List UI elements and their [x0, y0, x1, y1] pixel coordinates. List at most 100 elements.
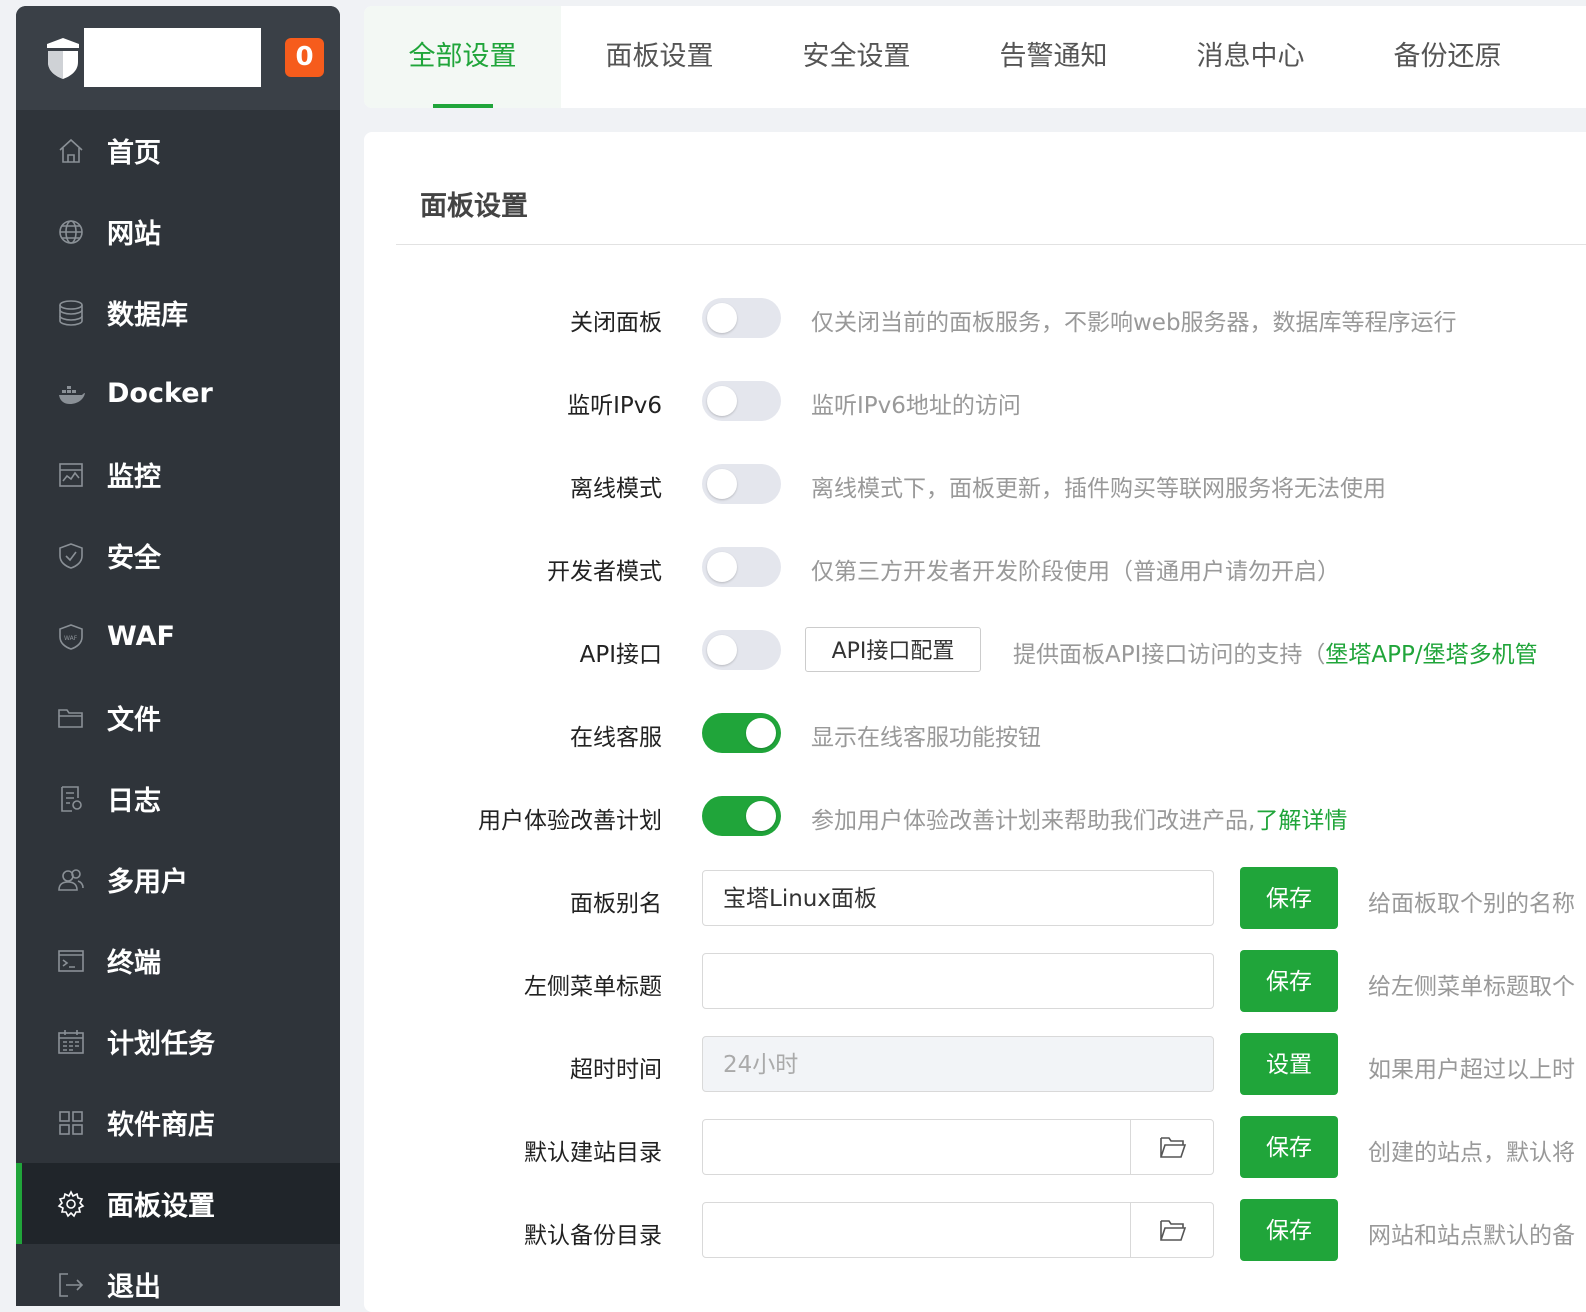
toggle-knob — [707, 635, 737, 665]
tab-label: 消息中心 — [1196, 41, 1305, 72]
logo-bar: 0 — [16, 6, 340, 110]
dev-mode-toggle[interactable] — [702, 547, 781, 587]
folder-open-icon — [1160, 1137, 1187, 1158]
tab-security-settings[interactable]: 安全设置 — [758, 6, 955, 108]
sidebar-item-docker[interactable]: Docker — [16, 353, 340, 434]
bt-app-link[interactable]: 堡塔APP — [1325, 642, 1414, 668]
logo-title-box — [84, 28, 261, 87]
toggle-knob — [707, 386, 737, 416]
folder-open-icon — [1160, 1220, 1187, 1241]
ipv6-label: 监听IPv6 — [567, 393, 662, 419]
sidebar-item-terminal[interactable]: 终端 — [16, 920, 340, 1001]
ipv6-toggle[interactable] — [702, 381, 781, 421]
active-tab-underline — [433, 104, 493, 108]
sidebar-item-label: 计划任务 — [107, 1029, 215, 1060]
site-dir-browse-button[interactable] — [1130, 1119, 1215, 1175]
save-backup-dir-button[interactable]: 保存 — [1240, 1199, 1338, 1261]
sidebar-item-label: 面板设置 — [107, 1191, 215, 1222]
set-timeout-button[interactable]: 设置 — [1240, 1033, 1338, 1095]
sidebar-item-home[interactable]: 首页 — [16, 110, 340, 191]
tab-backup-restore[interactable]: 备份还原 — [1349, 6, 1546, 108]
site-dir-label: 默认建站目录 — [524, 1140, 662, 1166]
tab-label: 面板设置 — [605, 41, 714, 72]
sidebar-item-security[interactable]: 安全 — [16, 515, 340, 596]
sidebar-item-label: 安全 — [107, 543, 161, 574]
backup-dir-label: 默认备份目录 — [524, 1223, 662, 1249]
sidebar-item-label: 文件 — [107, 705, 161, 736]
sidebar-item-website[interactable]: 网站 — [16, 191, 340, 272]
api-config-button[interactable]: API接口配置 — [805, 627, 981, 672]
backup-dir-desc: 网站和站点默认的备 — [1368, 1223, 1575, 1249]
backup-dir-browse-button[interactable] — [1130, 1202, 1215, 1258]
sidebar-item-label: WAF — [107, 621, 175, 652]
sidebar-item-label: 软件商店 — [107, 1110, 215, 1141]
sidebar-item-label: Docker — [107, 378, 213, 409]
sidebar-item-monitor[interactable]: 监控 — [16, 434, 340, 515]
bt-multi-link[interactable]: 堡塔多机管 — [1423, 642, 1538, 668]
close-panel-toggle[interactable] — [702, 298, 781, 338]
logout-icon — [56, 1270, 86, 1300]
tab-panel-settings[interactable]: 面板设置 — [561, 6, 758, 108]
online-service-desc: 显示在线客服功能按钮 — [811, 725, 1041, 751]
close-panel-desc: 仅关闭当前的面板服务，不影响web服务器，数据库等程序运行 — [811, 310, 1457, 336]
sidebar-item-label: 网站 — [107, 219, 161, 250]
sidebar-item-logout[interactable]: 退出 — [16, 1244, 340, 1306]
database-icon — [56, 298, 86, 328]
api-label: API接口 — [579, 642, 662, 668]
panel-alias-input[interactable]: 宝塔Linux面板 — [702, 870, 1214, 926]
notification-badge[interactable]: 0 — [285, 38, 324, 77]
save-menu-title-button[interactable]: 保存 — [1240, 950, 1338, 1012]
panel-title: 面板设置 — [420, 191, 528, 222]
folder-icon — [56, 703, 86, 733]
online-service-toggle[interactable] — [702, 713, 781, 753]
svg-text:WAF: WAF — [64, 635, 78, 642]
settings-tabbar: 全部设置 面板设置 安全设置 告警通知 消息中心 备份还原 — [364, 6, 1586, 108]
offline-mode-label: 离线模式 — [570, 476, 662, 502]
menu-title-input[interactable] — [702, 953, 1214, 1009]
toggle-knob — [707, 303, 737, 333]
sidebar-item-store[interactable]: 软件商店 — [16, 1082, 340, 1163]
offline-mode-toggle[interactable] — [702, 464, 781, 504]
calendar-icon — [56, 1027, 86, 1057]
tab-alert-notify[interactable]: 告警通知 — [955, 6, 1152, 108]
monitor-icon — [56, 460, 86, 490]
ux-plan-desc-text: 参加用户体验改善计划来帮助我们改进产品, — [811, 808, 1256, 834]
api-desc: 提供面板API接口访问的支持（堡塔APP/堡塔多机管 — [1013, 635, 1538, 669]
globe-icon — [56, 217, 86, 247]
toggle-knob — [707, 469, 737, 499]
sidebar-item-label: 退出 — [107, 1272, 161, 1303]
online-service-label: 在线客服 — [570, 725, 662, 751]
sidebar-item-panel-settings[interactable]: 面板设置 — [16, 1163, 340, 1244]
toggle-knob — [746, 718, 776, 748]
menu-title-label: 左侧菜单标题 — [524, 974, 662, 1000]
sidebar-item-label: 数据库 — [107, 300, 188, 331]
ux-plan-toggle[interactable] — [702, 796, 781, 836]
dev-mode-desc: 仅第三方开发者开发阶段使用（普通用户请勿开启） — [811, 559, 1340, 585]
logo-icon — [47, 38, 79, 79]
terminal-icon — [56, 946, 86, 976]
panel-alias-label: 面板别名 — [570, 891, 662, 917]
sidebar-item-label: 监控 — [107, 462, 161, 493]
sidebar-item-database[interactable]: 数据库 — [16, 272, 340, 353]
sidebar-item-logs[interactable]: 日志 — [16, 758, 340, 839]
api-toggle[interactable] — [702, 630, 781, 670]
sidebar: 0 首页 网站 数据库 Docker 监控 安全 WAF WAF 文件 日志 多… — [16, 6, 340, 1306]
sidebar-item-users[interactable]: 多用户 — [16, 839, 340, 920]
tab-label: 全部设置 — [408, 41, 517, 72]
sidebar-item-files[interactable]: 文件 — [16, 677, 340, 758]
toggle-knob — [707, 552, 737, 582]
save-site-dir-button[interactable]: 保存 — [1240, 1116, 1338, 1178]
timeout-desc: 如果用户超过以上时 — [1368, 1057, 1575, 1083]
close-panel-label: 关闭面板 — [570, 310, 662, 336]
waf-shield-icon: WAF — [56, 622, 86, 652]
ipv6-desc: 监听IPv6地址的访问 — [811, 393, 1021, 419]
tab-message-center[interactable]: 消息中心 — [1152, 6, 1349, 108]
save-alias-button[interactable]: 保存 — [1240, 867, 1338, 929]
sidebar-item-cron[interactable]: 计划任务 — [16, 1001, 340, 1082]
learn-more-link[interactable]: 了解详情 — [1255, 808, 1347, 834]
timeout-input[interactable]: 24小时 — [702, 1036, 1214, 1092]
dev-mode-label: 开发者模式 — [547, 559, 662, 585]
site-dir-desc: 创建的站点，默认将 — [1368, 1140, 1575, 1166]
sidebar-item-waf[interactable]: WAF WAF — [16, 596, 340, 677]
tab-all-settings[interactable]: 全部设置 — [364, 6, 561, 108]
